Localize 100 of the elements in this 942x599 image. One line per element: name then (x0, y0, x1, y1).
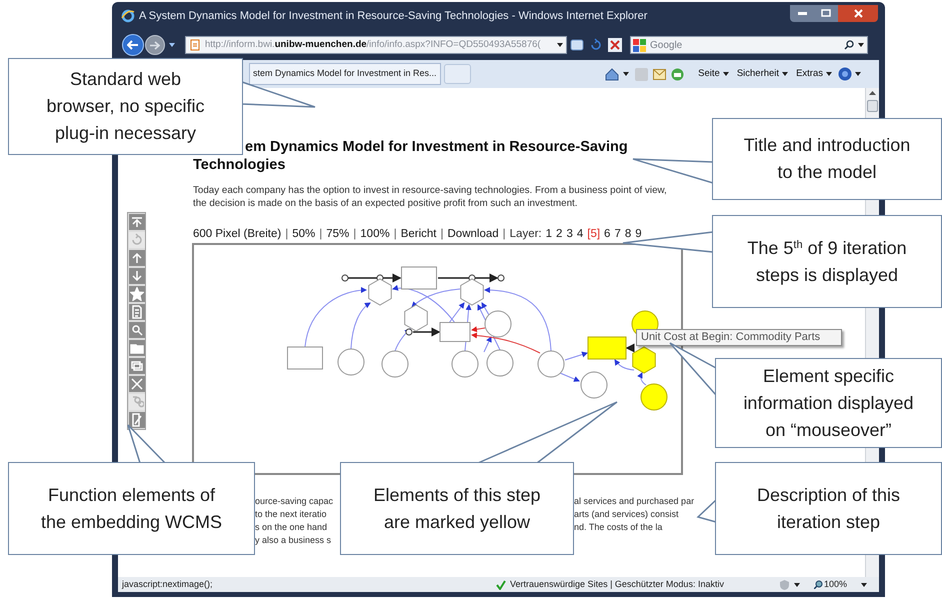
url-text: http://inform.bwi.unibw-muenchen.de/info/info.aspx?INFO=QD550493A55876( (205, 38, 541, 52)
description-text: arts (and services) consist (574, 508, 680, 521)
mail-icon[interactable] (653, 68, 666, 80)
down-arrow-icon (130, 269, 144, 283)
menu-button[interactable]: Sicherheit (736, 66, 788, 82)
forward-button[interactable] (145, 35, 165, 55)
caret-icon[interactable] (858, 43, 864, 47)
view-link[interactable]: 50% (292, 226, 316, 244)
influence-arrow (614, 359, 634, 370)
view-link[interactable]: 600 Pixel (Breite) (193, 226, 282, 244)
maximize-button[interactable] (814, 4, 838, 22)
shield-icon[interactable] (778, 580, 790, 590)
variable-node[interactable] (486, 350, 514, 376)
caret-icon[interactable] (623, 72, 630, 76)
toolbar-button[interactable] (128, 322, 144, 338)
window-title: A System Dynamics Model for Investment in Resource-Saving Technologies - Windows Internet Explorer (139, 8, 648, 24)
caret-icon[interactable] (169, 43, 175, 47)
search-input[interactable]: Google (650, 38, 844, 52)
callout: The 5$^{th}$ of 9 iteration steps is displayed (712, 215, 942, 308)
layer-label: Layer: (510, 227, 542, 242)
toolbar-button[interactable] (128, 358, 144, 374)
view-link[interactable]: 75% (326, 226, 350, 244)
stock-node[interactable] (440, 322, 470, 342)
stop-icon[interactable] (608, 38, 622, 52)
caret-icon[interactable] (861, 582, 867, 586)
toolbar-button[interactable] (128, 214, 144, 230)
stock-node[interactable] (287, 346, 323, 370)
home-icon[interactable] (605, 68, 620, 80)
callout: Element specific information displayed on “mouseover” (715, 358, 942, 448)
caret-icon[interactable] (557, 43, 563, 47)
constant-node[interactable] (632, 346, 656, 374)
toolbar-button[interactable] (128, 286, 144, 302)
stock-node[interactable] (401, 266, 437, 290)
layer-link[interactable]: 1 (546, 226, 552, 244)
layer-link[interactable]: 6 (604, 226, 610, 244)
address-field[interactable]: http://inform.bwi.unibw-muenchen.de/info/info.aspx?INFO=QD550493A55876( (185, 36, 567, 54)
influence-arrow (564, 352, 588, 360)
minimize-button[interactable] (790, 4, 814, 22)
toolbar-button[interactable] (128, 268, 144, 284)
constant-node[interactable] (404, 304, 428, 332)
menu-button[interactable]: Extras (796, 66, 832, 82)
zoom-level[interactable]: 100% (824, 578, 847, 592)
view-link[interactable]: Download (448, 226, 499, 244)
layer-link[interactable]: 9 (635, 226, 642, 244)
zoom-icon[interactable] (814, 580, 823, 589)
forward-arrow-icon (150, 40, 160, 50)
constant-node[interactable] (460, 278, 484, 306)
toolbar-button[interactable] (128, 340, 144, 356)
scroll-up-icon[interactable] (869, 91, 876, 95)
description-text: to the next iteratio (255, 508, 328, 521)
scroll-thumb[interactable] (867, 100, 878, 112)
layer-link[interactable]: [5] (587, 226, 600, 244)
callout: Description of this iteration step (715, 462, 942, 555)
stock-node[interactable] (588, 336, 626, 360)
description-text: s on the one hand (255, 521, 328, 534)
search-field[interactable]: Google (630, 36, 868, 54)
view-link[interactable]: 100% (360, 226, 390, 244)
close-icon (854, 8, 862, 18)
constant-node[interactable] (368, 278, 392, 306)
variable-node[interactable] (580, 372, 608, 398)
toolbar-button[interactable] (128, 376, 144, 392)
restore-icon (821, 9, 831, 17)
page-title: Technologies (193, 156, 286, 174)
layer-link[interactable]: 4 (576, 226, 584, 244)
browser-tab[interactable]: stem Dynamics Model for Investment in Res... (249, 63, 441, 85)
layer-link[interactable]: 3 (566, 226, 573, 244)
variable-node[interactable] (538, 350, 564, 378)
page-title: em Dynamics Model for Investment in Resource-Saving (245, 138, 628, 156)
variable-node[interactable] (338, 348, 364, 376)
variable-node[interactable] (640, 384, 668, 410)
help-icon[interactable] (838, 67, 852, 81)
callout: Title and introduction to the model (712, 118, 942, 200)
separator: | (319, 227, 322, 242)
caret-icon[interactable] (794, 582, 800, 586)
layer-link[interactable]: 7 (614, 226, 621, 244)
separator: | (394, 227, 397, 242)
toolbar-button[interactable] (128, 304, 144, 320)
variable-node[interactable] (452, 350, 478, 378)
variable-node[interactable] (382, 350, 408, 378)
back-button[interactable] (122, 34, 144, 56)
caret-icon[interactable] (855, 72, 861, 76)
search-icon[interactable] (844, 40, 854, 50)
layer-link[interactable]: 2 (556, 226, 562, 244)
tooltip: Unit Cost at Begin: Commodity Parts (636, 329, 842, 346)
caret-icon (722, 72, 729, 76)
toolbar-button[interactable] (128, 412, 144, 428)
caret-icon (782, 72, 788, 76)
up-arrow-icon (130, 251, 144, 265)
security-zone-text[interactable]: Vertrauenswürdige Sites | Geschützter Modus: Inaktiv (510, 578, 724, 592)
close-icon (130, 377, 144, 391)
callout-pointer (127, 424, 167, 464)
callout: Standard web browser, no specific plug-in necessary (8, 58, 243, 155)
refresh-icon[interactable] (589, 38, 603, 52)
layer-link[interactable]: 8 (624, 226, 632, 244)
variable-node[interactable] (484, 310, 512, 338)
close-button[interactable] (838, 4, 878, 22)
view-link[interactable]: Bericht (400, 226, 436, 244)
description-text: nd. The costs of the la (574, 521, 664, 534)
toolbar-button[interactable] (128, 250, 144, 266)
menu-button[interactable]: Seite (698, 66, 729, 82)
